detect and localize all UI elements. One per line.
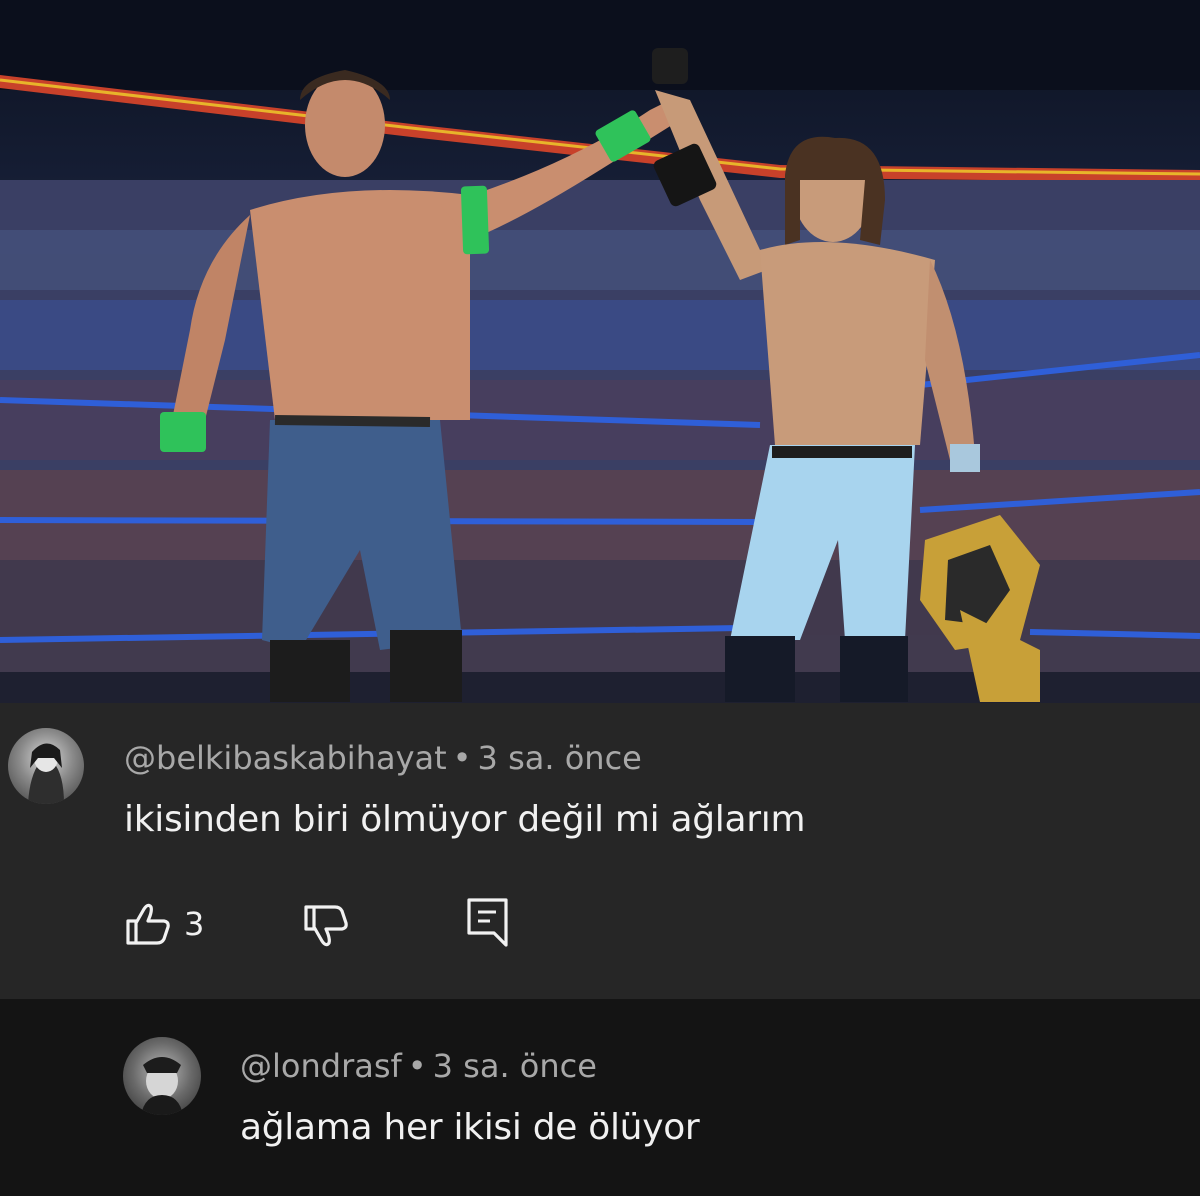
reply-button[interactable] [466,897,510,949]
comment-card: @londrasf • 3 sa. önce ağlama her ikisi de… [0,999,1200,1196]
comment-author[interactable]: @londrasf [240,1047,402,1085]
avatar-portrait [141,1057,183,1115]
reply-icon [467,898,508,947]
thumbs-down-icon [304,905,348,947]
avatar-portrait [28,743,64,804]
comment-text: ağlama her ikisi de ölüyor [240,1107,700,1148]
comment-time[interactable]: 3 sa. önce [433,1047,597,1085]
avatar[interactable] [123,1037,201,1115]
wrestling-photo [0,0,1200,703]
comment-meta: @londrasf • 3 sa. önce [240,1047,597,1085]
avatar[interactable] [8,728,84,804]
meta-separator: • [407,1047,427,1085]
comment-author[interactable]: @belkibaskabihayat [124,739,447,777]
comment-time[interactable]: 3 sa. önce [478,739,642,777]
like-button[interactable]: 3 [124,901,204,947]
comment-card: @belkibaskabihayat • 3 sa. önce ikisinden … [0,703,1200,999]
comment-text: ikisinden biri ölmüyor değil mi ağlarım [124,799,806,840]
photo-drawing [0,0,1200,703]
meta-separator: • [452,739,472,777]
page: @belkibaskabihayat • 3 sa. önce ikisinden … [0,0,1200,1196]
like-count: 3 [184,905,205,943]
dislike-button[interactable] [302,903,352,949]
comment-meta: @belkibaskabihayat • 3 sa. önce [124,739,642,777]
thumbs-up-icon [126,903,170,945]
